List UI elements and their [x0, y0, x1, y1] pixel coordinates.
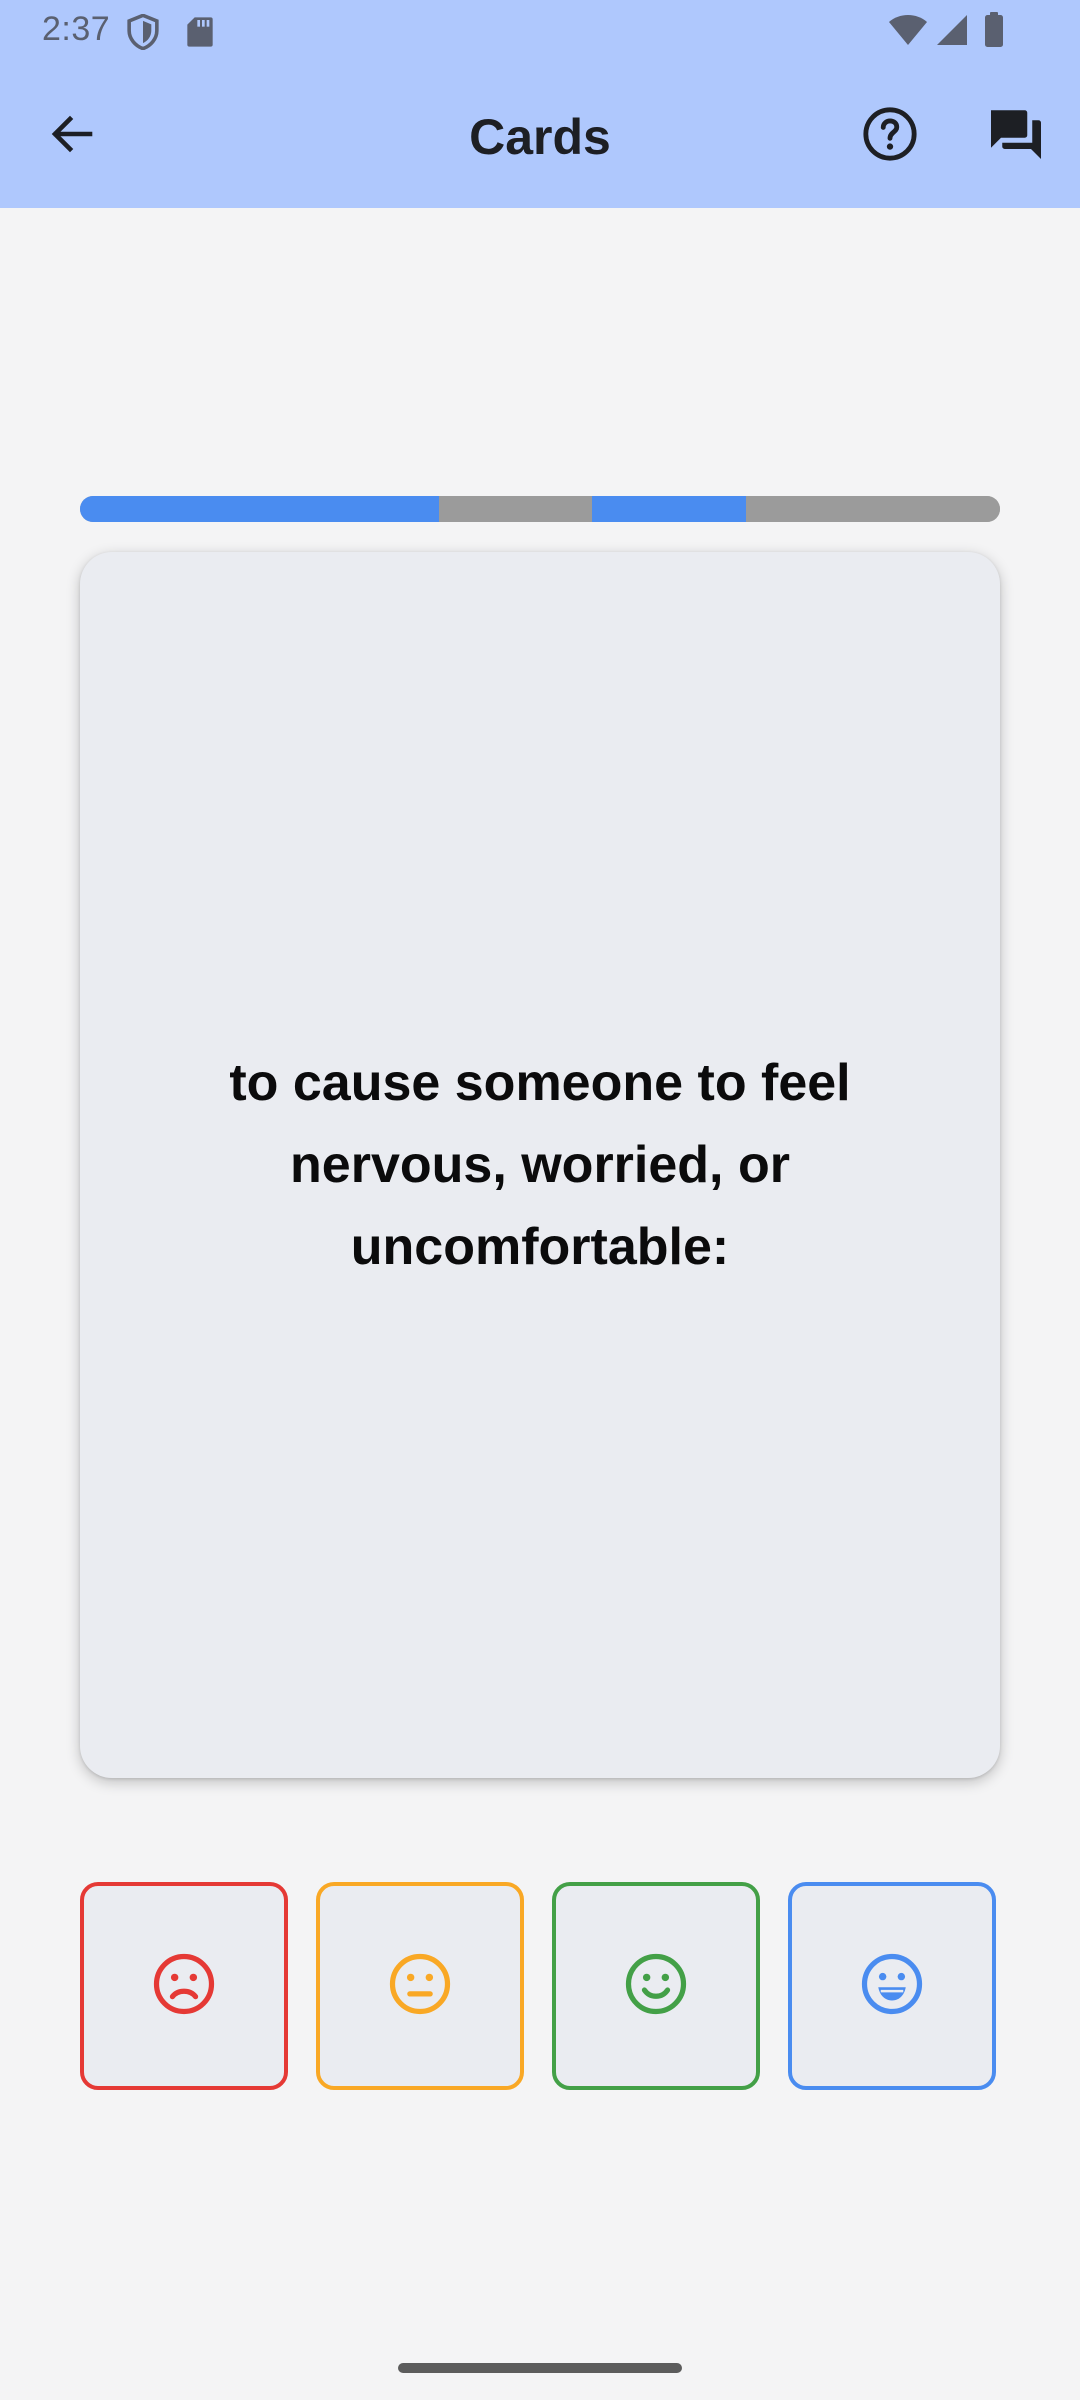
smile-face-icon [623, 1951, 689, 2022]
rate-good-button[interactable] [552, 1882, 760, 2090]
status-bar: 2:37 [0, 0, 1080, 64]
neutral-face-icon [387, 1951, 453, 2022]
sad-face-icon [151, 1951, 217, 2022]
progress-segment-pending [746, 496, 1000, 522]
battery-icon [984, 12, 1004, 53]
progress-segment-done [592, 496, 747, 522]
gesture-bar[interactable] [398, 2363, 682, 2373]
grin-face-icon [859, 1951, 925, 2022]
app-bar: Cards [0, 64, 1080, 208]
help-icon [861, 105, 919, 168]
rate-ok-button[interactable] [316, 1882, 524, 2090]
forum-button[interactable] [974, 94, 1058, 178]
forum-icon [986, 104, 1046, 169]
flashcard[interactable]: to cause someone to feel nervous, worrie… [80, 552, 1000, 1778]
help-button[interactable] [848, 94, 932, 178]
signal-icon [936, 14, 968, 51]
shield-icon [126, 13, 160, 55]
progress-bar [80, 496, 1000, 522]
card-definition: to cause someone to feel nervous, worrie… [229, 1054, 851, 1276]
progress-segment-done [80, 496, 439, 522]
rate-easy-button[interactable] [788, 1882, 996, 2090]
wifi-icon [888, 14, 928, 51]
rate-hard-button[interactable] [80, 1882, 288, 2090]
progress-segment-pending [438, 496, 593, 522]
rating-buttons [80, 1882, 1000, 2090]
sd-card-icon [186, 16, 214, 53]
status-time: 2:37 [42, 10, 111, 48]
